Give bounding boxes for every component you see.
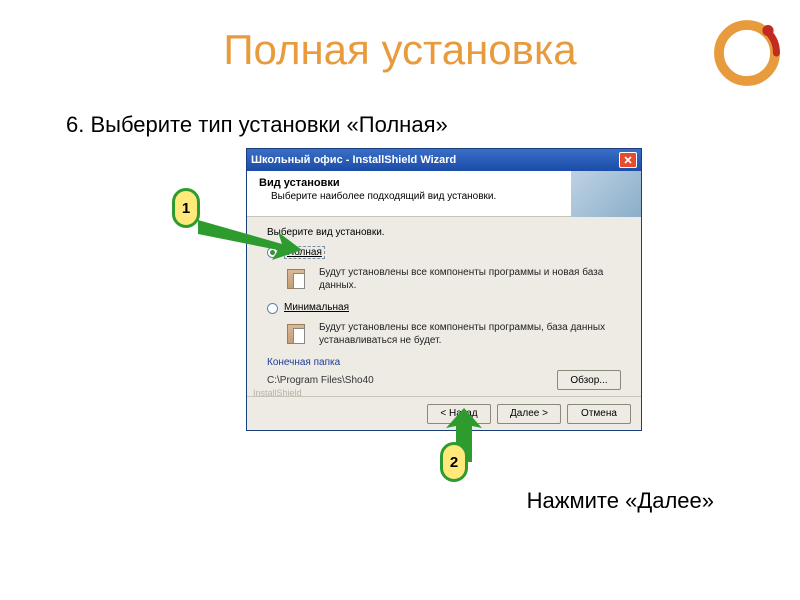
radio-icon [267,247,278,258]
back-button[interactable]: < Назад [427,404,491,424]
installshield-watermark: InstallShield [253,388,302,398]
wizard-footer: < Назад Далее > Отмена [247,396,641,430]
install-components-icon [285,267,309,291]
install-components-icon [285,322,309,346]
step-instruction: 6. Выберите тип установки «Полная» [66,112,448,138]
next-button[interactable]: Далее > [497,404,561,424]
radio-option-full[interactable]: Полная [267,246,621,259]
wizard-header: Вид установки Выберите наиболее подходящ… [247,171,641,217]
radio-option-minimal[interactable]: Минимальная [267,302,621,314]
press-next-note: Нажмите «Далее» [527,488,714,514]
slide-title: Полная установка [0,26,800,74]
radio-label-minimal: Минимальная [284,302,349,313]
banner-graphic [571,171,641,217]
radio-icon [267,303,278,314]
destination-path: C:\Program Files\Sho40 [267,375,557,386]
titlebar: Школьный офис - InstallShield Wizard [247,149,641,171]
wizard-body: Выберите вид установки. Полная Будут уст… [247,217,641,396]
destination-label: Конечная папка [267,357,621,368]
install-wizard-dialog: Школьный офис - InstallShield Wizard Вид… [246,148,642,431]
radio-desc-full: Будут установлены все компоненты програм… [319,267,621,292]
cancel-button[interactable]: Отмена [567,404,631,424]
radio-label-full: Полная [284,246,325,259]
radio-desc-minimal: Будут установлены все компоненты програм… [319,322,621,347]
window-title: Школьный офис - InstallShield Wizard [251,154,619,166]
browse-button[interactable]: Обзор... [557,370,621,390]
selection-prompt: Выберите вид установки. [267,227,621,238]
close-button[interactable] [619,152,637,168]
callout-badge-1: 1 [172,188,200,228]
callout-badge-2: 2 [440,442,468,482]
